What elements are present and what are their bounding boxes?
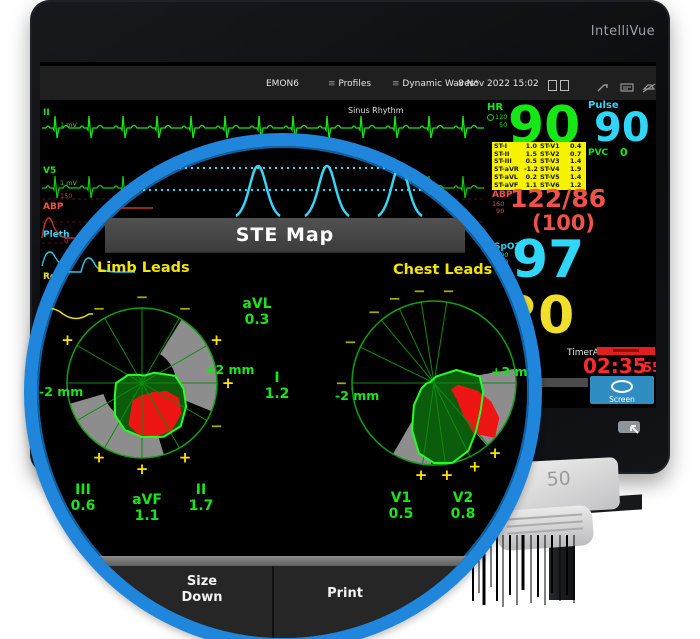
svg-text:+: + [179, 448, 192, 466]
svg-text:+: + [61, 331, 74, 349]
svg-text:−: − [179, 300, 192, 318]
brand-logo: IntelliVue [545, 24, 655, 39]
rhythm-label: Sinus Rhythm [348, 106, 483, 115]
pvc-label: PVC [588, 148, 608, 158]
chest-plus2-label: +2 mm [491, 364, 541, 379]
svg-text:+: + [136, 460, 149, 478]
screen-icon [611, 380, 633, 393]
lead-value: 0.8 [443, 506, 483, 522]
chest-minus2-label: -2 mm [335, 388, 379, 403]
svg-text:−: − [368, 303, 381, 321]
ste-map-header[interactable]: STE Map [105, 218, 465, 253]
lead-value: 1.1 [123, 508, 171, 524]
lead-name: I [253, 370, 301, 386]
lead-value-avl: aVL 0.3 [233, 296, 281, 328]
timer-seconds: 55 [643, 362, 656, 375]
lead-value-ii: II 1.7 [177, 482, 225, 514]
svg-text:−: − [442, 286, 455, 300]
timer-time: 02:35 [583, 356, 647, 376]
lead-value: 0.5 [381, 506, 421, 522]
svg-text:−: − [388, 290, 401, 308]
svg-text:+: + [93, 448, 106, 466]
monitor-photo: IntelliVue EMON6 ≡ Profiles ≡ Dynamic Wa… [0, 0, 700, 639]
hr-limit-high: 120 [495, 114, 507, 121]
screen-key-label: Screen [590, 395, 654, 404]
svg-text:+: + [415, 466, 428, 484]
hr-limit-low: 50 [499, 122, 507, 129]
lead-value: 0.6 [61, 498, 105, 514]
lead-name: aVL [233, 296, 281, 312]
lead-value-iii: III 0.6 [61, 482, 105, 514]
pvc-value: 0 [620, 146, 628, 159]
svg-text:+: + [489, 444, 502, 462]
print-key[interactable]: Print [295, 586, 395, 602]
lead-name: aVF [123, 492, 171, 508]
smartkey-strip [37, 556, 529, 566]
smartkey-row [37, 566, 529, 639]
ste-map-title: STE Map [105, 218, 465, 252]
size-down-line1: Size [152, 574, 252, 590]
svg-text:+: + [468, 458, 481, 476]
bezel-touch-icon [617, 418, 643, 436]
lead-name: V2 [443, 490, 483, 506]
limb-leads-title: Limb Leads [97, 260, 190, 276]
magnifier-lens: STE Map Limb Leads Chest Leads ++++++−−−… [24, 133, 542, 639]
svg-text:+: + [441, 466, 454, 484]
limb-plus2-label: +2 mm [205, 362, 255, 377]
screen-key[interactable]: Screen [590, 376, 654, 404]
size-down-line2: Down [152, 590, 252, 606]
lead-value-v2: V2 0.8 [443, 490, 483, 522]
size-down-key[interactable]: Size Down [152, 574, 252, 606]
svg-text:−: − [93, 300, 106, 318]
limb-minus2-label: -2 mm [39, 384, 83, 399]
lead-value: 1.7 [177, 498, 225, 514]
lead-name: II [177, 482, 225, 498]
svg-text:−: − [210, 417, 223, 435]
svg-text:−: − [344, 333, 357, 351]
lead-value: 0.3 [233, 312, 281, 328]
lead-value-i: I 1.2 [253, 370, 301, 402]
module-label: 50 [546, 467, 571, 490]
lead-value: 1.2 [253, 386, 301, 402]
lead-value-v1: V1 0.5 [381, 490, 421, 522]
lead-value-avf: aVF 1.1 [123, 492, 171, 524]
alarm-limit-icon [487, 114, 494, 121]
hr-label: HR [487, 102, 503, 113]
chest-leads-title: Chest Leads [393, 262, 492, 278]
smartkey-divider [272, 566, 274, 639]
svg-text:+: + [210, 331, 223, 349]
lead-name: III [61, 482, 105, 498]
svg-text:−: − [136, 288, 149, 306]
svg-text:−: − [413, 286, 426, 300]
pulse-value: 90 [594, 108, 650, 148]
lead-name: V1 [381, 490, 421, 506]
